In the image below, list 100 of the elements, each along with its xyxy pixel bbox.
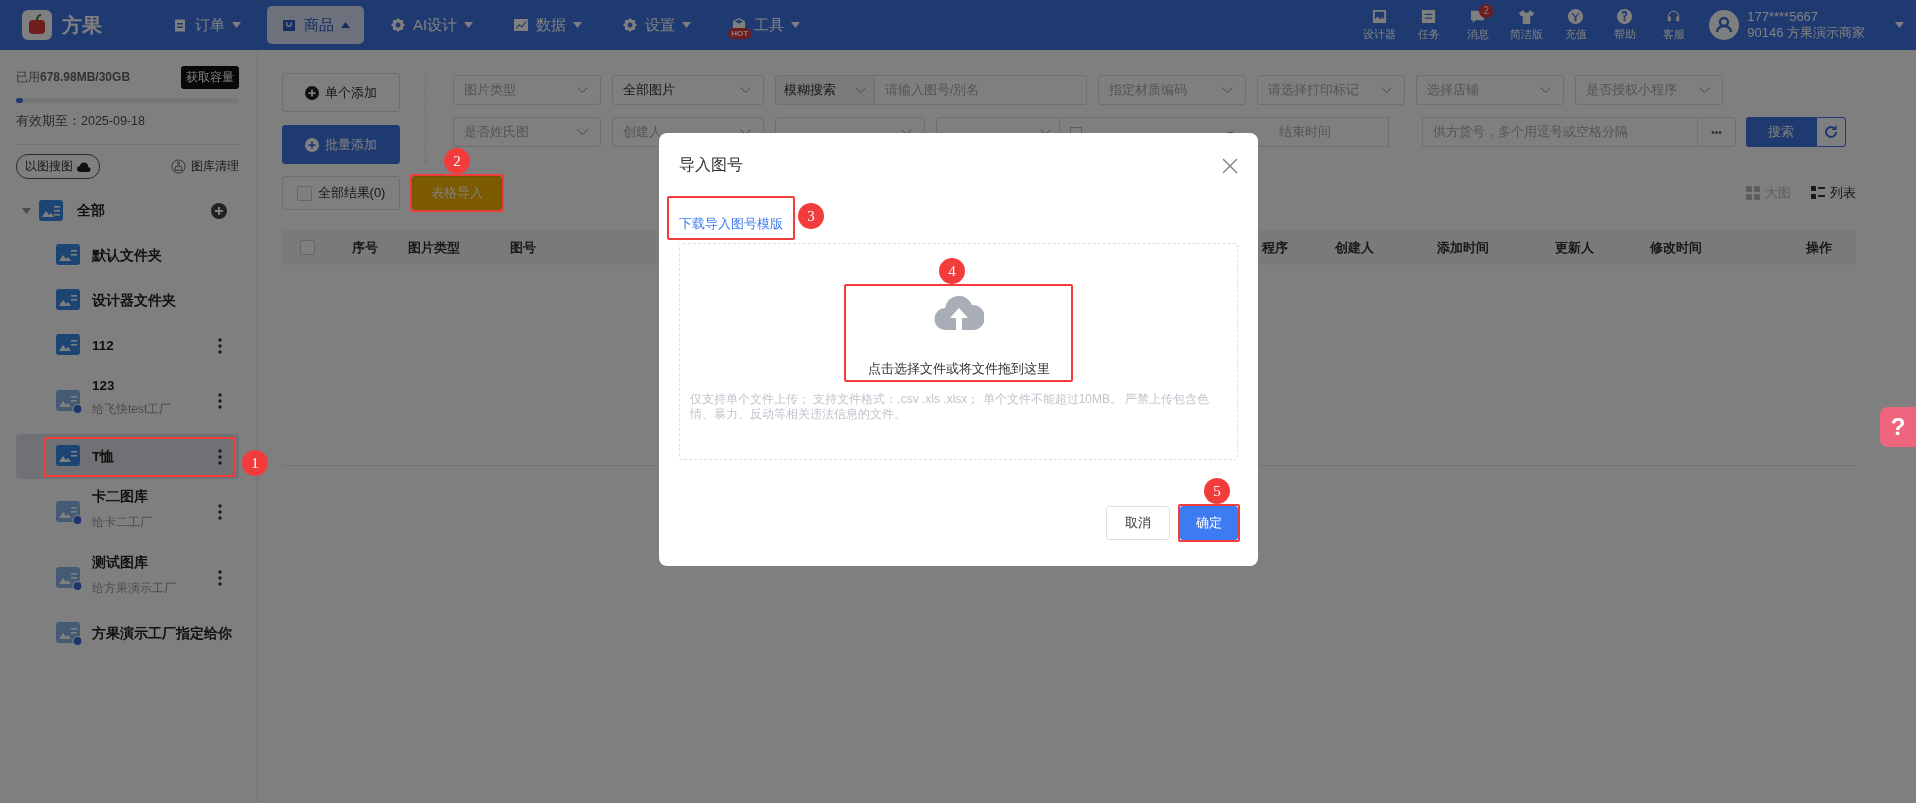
folder-item[interactable]: 默认文件夹 (16, 233, 239, 278)
more-icon[interactable] (218, 504, 222, 520)
nav-tab[interactable]: 数据 (499, 6, 597, 44)
toolbar-button[interactable]: 简洁版 (1505, 8, 1549, 42)
chevron-icon (1222, 86, 1233, 94)
folder-name: 测试图库 (92, 553, 149, 572)
step-number: 2 (444, 148, 470, 174)
chevron-icon (577, 128, 588, 136)
more-icon[interactable] (218, 337, 222, 354)
folder-name: 方果演示工厂指定给你 (92, 624, 232, 643)
image-icon (1371, 8, 1389, 25)
chevron-icon (1699, 86, 1710, 94)
tree-item[interactable]: 全部 (16, 189, 239, 233)
logo-icon (22, 10, 52, 40)
logo-text: 方果 (62, 12, 102, 38)
more-button[interactable]: ••• (1698, 117, 1736, 147)
folder-name: T恤 (92, 447, 116, 466)
column-header: 序号 (352, 238, 379, 257)
close-icon[interactable] (1222, 157, 1238, 174)
folder-item[interactable]: 方果演示工厂指定给你 (16, 611, 239, 656)
coin-icon (1567, 8, 1585, 25)
toolbar-button[interactable]: 客服 (1652, 8, 1696, 42)
gear-icon (622, 17, 639, 33)
expiry-date: 有效期至：2025-09-18 (16, 113, 146, 130)
folder-name: 默认文件夹 (92, 246, 163, 265)
step-number: 4 (939, 258, 965, 284)
user-phone: 177****5667 (1747, 9, 1820, 25)
search-button[interactable]: 搜索 (1746, 117, 1816, 147)
broom-icon (171, 159, 186, 174)
shirt-icon (1518, 8, 1536, 25)
image-search-button[interactable]: 以图搜图 (16, 154, 100, 179)
add-batch-button[interactable]: 批量添加 (282, 125, 400, 164)
view-toggle[interactable]: 列表 (1811, 184, 1856, 202)
folder-item[interactable]: 112 (16, 323, 239, 368)
help-icon (1616, 8, 1634, 25)
caret-icon (232, 22, 241, 28)
capacity-button[interactable]: 获取容量 (181, 66, 239, 89)
cleanup-button[interactable]: 图库清理 (171, 158, 239, 175)
select-all-checkbox[interactable] (300, 240, 315, 255)
refresh-button[interactable] (1816, 117, 1846, 147)
dropzone-text: 点击选择文件或将文件拖到这里 (867, 361, 1050, 378)
folder-item[interactable]: 设计器文件夹 (16, 278, 239, 323)
toolbar-button[interactable]: 任务 (1407, 8, 1451, 42)
column-header: 图号 (510, 238, 537, 257)
step-number: 1 (242, 450, 268, 476)
plus-icon (305, 137, 319, 152)
caret-icon[interactable] (1895, 22, 1904, 28)
add-single-button[interactable]: 单个添加 (282, 73, 400, 112)
nav-tab[interactable]: 设置 (608, 6, 706, 44)
all-results-checkbox[interactable]: 全部结果(0) (282, 176, 400, 210)
toolbar-button[interactable]: 设计器 (1358, 8, 1402, 42)
column-header: 创建人 (1335, 238, 1375, 257)
column-header: 更新人 (1555, 238, 1595, 257)
toolbar-button[interactable]: 充值 (1554, 8, 1598, 42)
upload-cloud-icon (933, 294, 984, 330)
folder-item[interactable]: T恤 (16, 434, 239, 479)
chevron-icon (1540, 86, 1551, 94)
step-number: 5 (1204, 478, 1230, 504)
help-tab[interactable]: ? (1880, 407, 1916, 447)
storage-usage: 已用678.98MB/30GB (16, 69, 131, 86)
count-badge: 2 (1479, 4, 1494, 18)
column-header: 程序 (1262, 238, 1289, 257)
cancel-button[interactable]: 取消 (1106, 506, 1170, 540)
caret-icon (791, 22, 801, 28)
caret-icon (682, 22, 692, 28)
chevron-icon (855, 86, 866, 94)
toolbar-button[interactable]: 帮助 (1603, 8, 1647, 42)
more-icon[interactable] (218, 570, 222, 586)
column-header: 图片类型 (408, 238, 461, 257)
avatar-icon (1709, 10, 1740, 40)
step-number: 3 (798, 203, 824, 229)
caret-icon (464, 22, 474, 28)
refresh-icon (1823, 124, 1839, 140)
search-mode-select[interactable]: 模糊搜索 (775, 75, 875, 105)
column-header: 操作 (1806, 238, 1833, 257)
hot-badge: HOT (728, 28, 752, 39)
folder-name: 112 (92, 338, 115, 353)
caret-icon (573, 22, 583, 28)
add-icon[interactable] (211, 203, 227, 219)
template-link[interactable]: 下载导入图号模版 (679, 216, 783, 231)
nav-tab[interactable]: AI设计 (376, 6, 488, 44)
nav-tab[interactable]: 订单 (158, 6, 255, 44)
chevron-icon (740, 86, 751, 94)
cloud-icon (77, 161, 91, 172)
caret-icon (341, 22, 350, 28)
bag-icon (281, 17, 297, 33)
folder-name: 设计器文件夹 (92, 291, 177, 310)
clipboard-icon (172, 17, 188, 33)
more-icon[interactable] (218, 393, 222, 409)
column-header: 修改时间 (1650, 238, 1703, 257)
plus-icon (305, 85, 319, 100)
nav-tab[interactable]: 商品 (267, 6, 364, 44)
more-icon[interactable] (218, 448, 222, 465)
folder-icon (39, 199, 65, 223)
folder-name: 卡二图库 (92, 487, 149, 506)
confirm-button[interactable]: 确定 (1180, 506, 1238, 540)
select-field[interactable]: 全部图片 (612, 75, 764, 105)
nav-tab[interactable]: HOT 工具 (717, 6, 815, 44)
import-button[interactable]: 表格导入 (412, 176, 502, 210)
column-header: 添加时间 (1437, 238, 1490, 257)
